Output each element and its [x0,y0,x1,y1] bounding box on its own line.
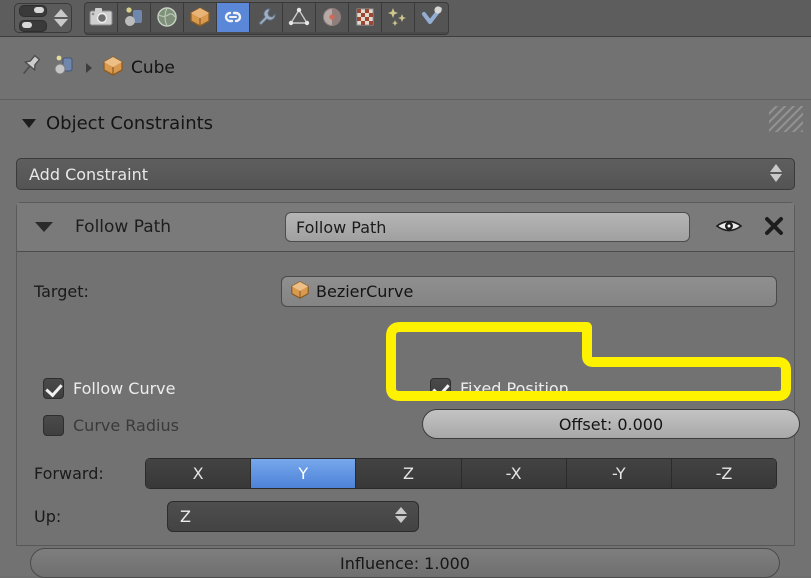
fixed-position-label: Fixed Position [460,379,569,398]
curve-object-icon [290,280,310,304]
offset-value-label: Offset: 0.000 [558,414,664,434]
forward-label: Forward: [34,464,104,483]
tab-texture[interactable] [349,2,382,32]
chain-link-icon [221,7,245,27]
constraint-disclosure-triangle-icon[interactable] [35,222,53,232]
panel-disclosure-triangle-icon[interactable] [22,119,36,128]
pin-icon[interactable] [16,52,44,84]
pin-pill-rows [18,4,47,32]
follow-curve-checkbox[interactable] [43,378,64,399]
target-row: Target: BezierCurve [17,276,794,308]
mesh-triangle-icon [288,6,310,28]
object-cube-icon [189,6,211,28]
up-axis-arrows-icon [395,507,407,523]
constraint-body: Target: BezierCurve Follow Curve Curve R… [17,252,800,578]
tab-material[interactable] [316,2,349,32]
fixed-position-checkbox-row[interactable]: Fixed Position [430,378,569,399]
arrow-down-icon [53,19,68,27]
forward-axis-x[interactable]: X [146,459,252,488]
constraint-header[interactable]: Follow Path Follow Path [17,203,794,252]
forward-axis-z[interactable]: Z [356,459,462,488]
tab-physics[interactable] [415,2,448,32]
forward-axis-neg-x[interactable]: -X [461,459,567,488]
tab-object-data[interactable] [283,2,316,32]
physics-icon [420,6,444,28]
add-constraint-label: Add Constraint [29,164,149,184]
constraint-name-input[interactable]: Follow Path [285,212,690,242]
object-properties-icon[interactable] [52,53,78,83]
arrow-down-icon [770,174,782,182]
influence-slider[interactable]: Influence: 1.000 [30,548,780,578]
particles-icon [386,6,410,28]
forward-axis-row: Forward: X Y Z -X -Y -Z [17,458,794,490]
pin-pill-top [18,4,47,17]
tab-render[interactable] [85,2,118,32]
offset-slider[interactable]: Offset: 0.000 [422,409,800,439]
eye-icon[interactable] [715,216,743,240]
forward-axis-neg-y[interactable]: -Y [566,459,672,488]
breadcrumb-separator-icon [86,63,92,73]
target-object-field[interactable]: BezierCurve [281,276,777,307]
blender-properties-editor: Cube Object Constraints Add Constraint F… [0,0,811,578]
pin-pill-bottom [18,19,47,32]
property-tabs [84,1,449,35]
camera-icon [89,7,113,27]
add-constraint-dropdown[interactable]: Add Constraint [16,158,795,190]
resize-grip-icon[interactable] [769,106,803,132]
properties-tab-bar [0,0,811,37]
follow-path-constraint-panel: Follow Path Follow Path Target: BezierCu… [16,202,800,578]
target-object-name: BezierCurve [316,282,414,301]
texture-checker-icon [354,6,376,28]
up-axis-dropdown[interactable]: Z [167,501,419,532]
pin-id-toggle[interactable] [14,3,72,33]
curve-radius-checkbox-row[interactable]: Curve Radius [43,415,179,436]
scene-globe-icon [156,6,178,28]
up-axis-value: Z [180,507,191,526]
close-x-icon[interactable] [762,214,786,242]
arrow-up-icon [53,9,68,17]
curve-radius-checkbox[interactable] [43,415,64,436]
render-layers-icon [122,6,146,28]
target-label: Target: [34,282,89,301]
tab-object-constraints[interactable] [217,2,250,32]
forward-axis-buttons: X Y Z -X -Y -Z [145,458,777,489]
arrow-down-icon [395,516,407,523]
fixed-position-checkbox[interactable] [430,378,451,399]
arrow-up-icon [770,164,782,172]
add-constraint-arrows-icon [770,164,782,182]
panel-bottom-divider [17,545,794,546]
material-sphere-icon [321,6,343,28]
up-label: Up: [34,507,62,526]
object-constraints-panel-header[interactable]: Object Constraints [0,101,811,146]
pin-spin-arrows-icon[interactable] [53,9,68,27]
breadcrumb-object-name[interactable]: Cube [131,58,175,78]
follow-curve-label: Follow Curve [73,379,176,398]
tab-render-layers[interactable] [118,2,151,32]
tab-object[interactable] [184,2,217,32]
up-axis-row: Up: Z [17,501,794,533]
tab-particles[interactable] [382,2,415,32]
page-title: Object Constraints [46,113,214,134]
influence-value-label: Influence: 1.000 [340,553,470,573]
follow-curve-checkbox-row[interactable]: Follow Curve [43,378,175,399]
cube-icon [102,55,124,81]
wrench-icon [255,6,277,28]
forward-axis-neg-z[interactable]: -Z [671,459,776,488]
tab-modifiers[interactable] [250,2,283,32]
forward-axis-y[interactable]: Y [251,459,357,488]
tab-scene[interactable] [151,2,184,32]
arrow-up-icon [395,507,407,514]
breadcrumb: Cube [0,37,811,100]
constraint-type-label: Follow Path [75,217,172,237]
curve-radius-label: Curve Radius [73,416,179,435]
